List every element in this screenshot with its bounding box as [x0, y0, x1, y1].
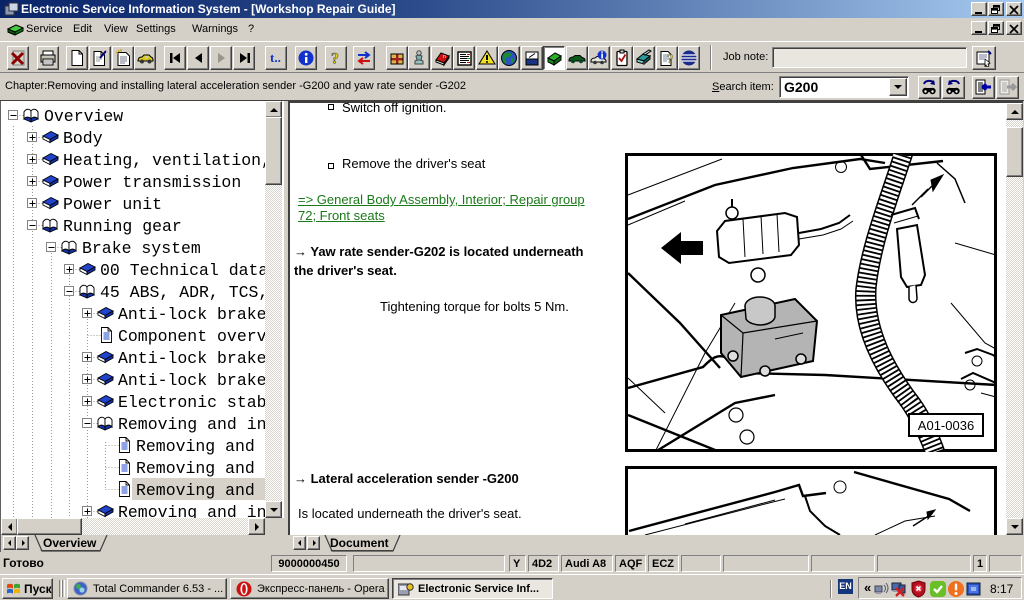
svg-text:Overview: Overview	[44, 107, 123, 126]
svg-text:00 Technical data: 00 Technical data	[100, 261, 265, 280]
svg-text:Removing and: Removing and	[136, 459, 255, 478]
svg-text:Running gear: Running gear	[63, 217, 182, 236]
svg-text:Component overv: Component overv	[118, 327, 265, 346]
svg-text:Heating, ventilation,: Heating, ventilation,	[63, 151, 265, 170]
svg-text:Anti-lock brake: Anti-lock brake	[118, 349, 265, 368]
svg-text:A01-0036: A01-0036	[918, 418, 974, 433]
svg-text:Removing and: Removing and	[136, 437, 255, 456]
svg-text:Removing and in: Removing and in	[118, 415, 265, 434]
svg-text:Electronic stab: Electronic stab	[118, 393, 265, 412]
svg-text:Power transmission: Power transmission	[63, 173, 241, 192]
svg-text:Anti-lock brake: Anti-lock brake	[118, 305, 265, 324]
svg-text:Power unit: Power unit	[63, 195, 162, 214]
svg-text:t..: t..	[270, 50, 281, 65]
svg-text:Removing and in: Removing and in	[118, 503, 265, 518]
svg-text:n: n	[443, 54, 446, 60]
svg-text:Body: Body	[63, 129, 103, 148]
svg-text:45 ABS, ADR, TCS,: 45 ABS, ADR, TCS,	[100, 283, 265, 302]
svg-text:?: ?	[667, 51, 674, 66]
svg-text:Anti-lock brake: Anti-lock brake	[118, 371, 265, 390]
svg-text:Removing and: Removing and	[136, 481, 255, 500]
svg-text:?: ?	[331, 51, 339, 68]
svg-text:Brake system: Brake system	[82, 239, 201, 258]
